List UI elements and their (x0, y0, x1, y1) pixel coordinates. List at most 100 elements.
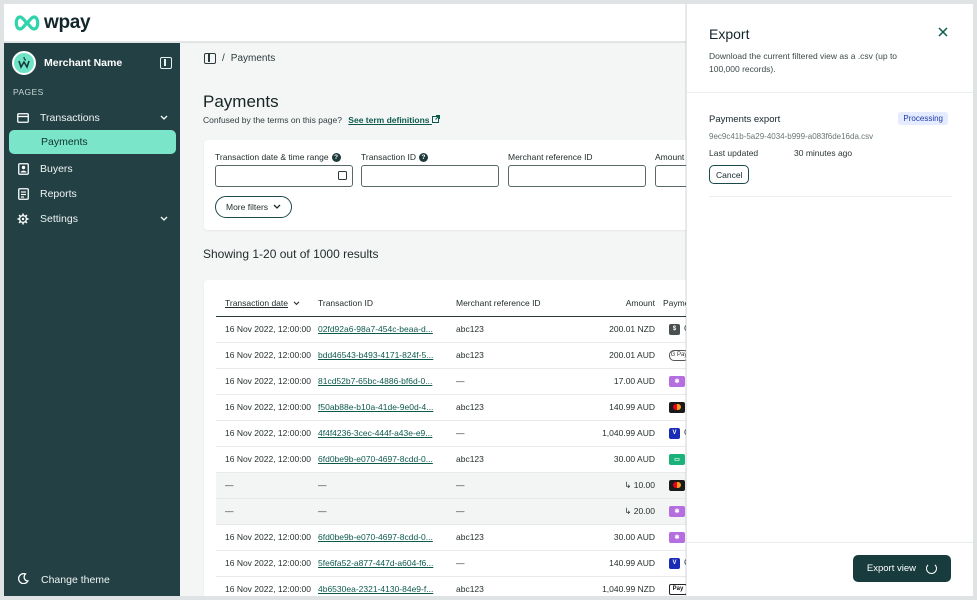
cell-merchant-ref: — (456, 550, 568, 577)
cell-date: 16 Nov 2022, 12:00:00 (216, 420, 318, 447)
more-filters-label: More filters (226, 202, 269, 212)
collapse-sidebar-icon[interactable] (160, 57, 172, 69)
merchant-ref-input[interactable] (508, 165, 646, 187)
cell-transaction-id: — (318, 472, 456, 499)
help-icon[interactable]: ? (418, 152, 428, 162)
change-theme-button[interactable]: Change theme (4, 570, 180, 590)
cell-transaction-id[interactable]: f50ab88e-b10a-41de-9e0d-4... (318, 394, 456, 421)
spinner-icon (926, 563, 937, 574)
cell-transaction-id[interactable]: 4b6530ea-2321-4130-84e9-f... (318, 576, 456, 596)
cell-date: 16 Nov 2022, 12:00:00 (216, 524, 318, 551)
cell-date: 16 Nov 2022, 12:00:00 (216, 342, 318, 369)
sidebar-item-reports[interactable]: Reports (4, 181, 180, 206)
cell-merchant-ref: abc123 (456, 524, 568, 551)
sidebar-item-label: Buyers (40, 162, 73, 175)
column-header-transaction-id: Transaction ID (318, 290, 456, 317)
subtitle-text: Confused by the terms on this page? (203, 115, 342, 125)
divider (687, 542, 973, 543)
cell-date: 16 Nov 2022, 12:00:00 (216, 368, 318, 395)
section-label: PAGES (13, 87, 44, 97)
cell-transaction-id[interactable]: bdd46543-b493-4171-824f-5... (318, 342, 456, 369)
cell-amount: 1,040.99 AUD (568, 420, 663, 447)
change-theme-label: Change theme (41, 574, 110, 586)
status-badge: Processing (898, 112, 948, 125)
cell-transaction-id[interactable]: 6fd0be9b-e070-4697-8cdd-0... (318, 446, 456, 473)
dollar-icon: $ (669, 323, 680, 335)
layout-icon[interactable] (204, 52, 216, 64)
term-definitions-label: See term definitions (348, 115, 430, 125)
close-icon[interactable] (938, 24, 948, 40)
breadcrumb-current: Payments (230, 52, 276, 64)
last-updated-value: 30 minutes ago (794, 148, 853, 158)
transaction-id-label-text: Transaction ID (361, 152, 416, 162)
sidebar-item-label: Settings (40, 212, 78, 225)
sidebar: Merchant Name PAGES Transactions Payment… (4, 43, 180, 596)
cell-transaction-id[interactable]: 6fd0be9b-e070-4697-8cdd-0... (318, 524, 456, 551)
merchant-ref-label-text: Merchant reference ID (508, 152, 593, 162)
cell-date: — (216, 498, 318, 525)
calendar-icon[interactable] (338, 171, 347, 180)
wpay-logo-icon (14, 14, 40, 31)
cell-merchant-ref: — (456, 420, 568, 447)
cell-transaction-id[interactable]: 5fe6fa52-a877-447d-a604-f6... (318, 550, 456, 577)
date-range-label: Transaction date & time range ? (215, 152, 341, 162)
brand-logo[interactable]: wpay (14, 11, 91, 34)
date-range-label-text: Transaction date & time range (215, 152, 329, 162)
cell-merchant-ref: abc123 (456, 316, 568, 343)
cell-date: 16 Nov 2022, 12:00:00 (216, 316, 318, 343)
sidebar-item-payments[interactable]: Payments (9, 130, 176, 154)
star-icon: ✱ (669, 531, 685, 543)
transaction-id-label: Transaction ID ? (361, 152, 428, 162)
mc-icon (669, 479, 685, 491)
export-view-label: Export view (866, 563, 916, 574)
export-title: Payments export (709, 114, 781, 125)
cell-transaction-id[interactable]: 02fd92a6-98a7-454c-beaa-d... (318, 316, 456, 343)
export-file-id: 9ec9c41b-5a29-4034-b999-a083f6de16da.csv (709, 132, 874, 141)
star-icon: ✱ (669, 505, 685, 517)
cell-amount: 140.99 AUD (568, 550, 663, 577)
breadcrumb-separator: / (222, 52, 225, 64)
divider (709, 196, 952, 197)
amount-label: Amount (655, 152, 684, 162)
term-definitions-link[interactable]: See term definitions (348, 115, 440, 125)
merchant-ref-label: Merchant reference ID (508, 152, 593, 162)
export-panel: Export Download the current filtered vie… (686, 4, 973, 596)
cell-merchant-ref: — (456, 368, 568, 395)
panel-description: Download the current filtered view as a … (709, 51, 898, 74)
mc-icon (669, 401, 685, 413)
column-header-date[interactable]: Transaction date (216, 290, 318, 317)
cell-date: 16 Nov 2022, 12:00:00 (216, 550, 318, 577)
star-icon: ✱ (669, 375, 685, 387)
cell-merchant-ref: abc123 (456, 394, 568, 421)
report-icon (16, 187, 30, 201)
sidebar-item-buyers[interactable]: Buyers (4, 156, 180, 181)
chevron-down-icon (293, 301, 300, 305)
cancel-export-button[interactable]: Cancel (709, 165, 750, 184)
cell-date: 16 Nov 2022, 12:00:00 (216, 576, 318, 596)
merchant-switcher[interactable]: Merchant Name (4, 43, 180, 83)
brand-name: wpay (44, 11, 91, 33)
gear-icon (16, 212, 30, 226)
cell-transaction-id[interactable]: 81cd52b7-65bc-4886-bf6d-0... (318, 368, 456, 395)
cell-date: 16 Nov 2022, 12:00:00 (216, 446, 318, 473)
cell-amount: 30.00 AUD (568, 524, 663, 551)
cell-transaction-id[interactable]: 4f4f4236-3cec-444f-a43e-e9... (318, 420, 456, 447)
more-filters-button[interactable]: More filters (215, 196, 293, 218)
column-header-amount: Amount (568, 290, 663, 317)
column-header-label: Transaction date (225, 297, 288, 308)
merchant-name: Merchant Name (44, 57, 123, 69)
sidebar-item-transactions[interactable]: Transactions (4, 105, 180, 130)
transaction-id-input[interactable] (361, 165, 499, 187)
cell-amount: 1,040.99 NZD (568, 576, 663, 596)
sidebar-item-settings[interactable]: Settings (4, 206, 180, 231)
date-range-input[interactable] (215, 165, 353, 187)
help-icon[interactable]: ? (331, 152, 341, 162)
chevron-down-icon (160, 113, 168, 123)
sidebar-item-label: Transactions (40, 111, 100, 124)
woolworths-logo-icon (18, 56, 30, 69)
export-view-button[interactable]: Export view (852, 555, 951, 582)
cell-date: 16 Nov 2022, 12:00:00 (216, 394, 318, 421)
cell-date: — (216, 472, 318, 499)
sidebar-item-label: Payments (41, 136, 88, 148)
divider (687, 92, 973, 93)
